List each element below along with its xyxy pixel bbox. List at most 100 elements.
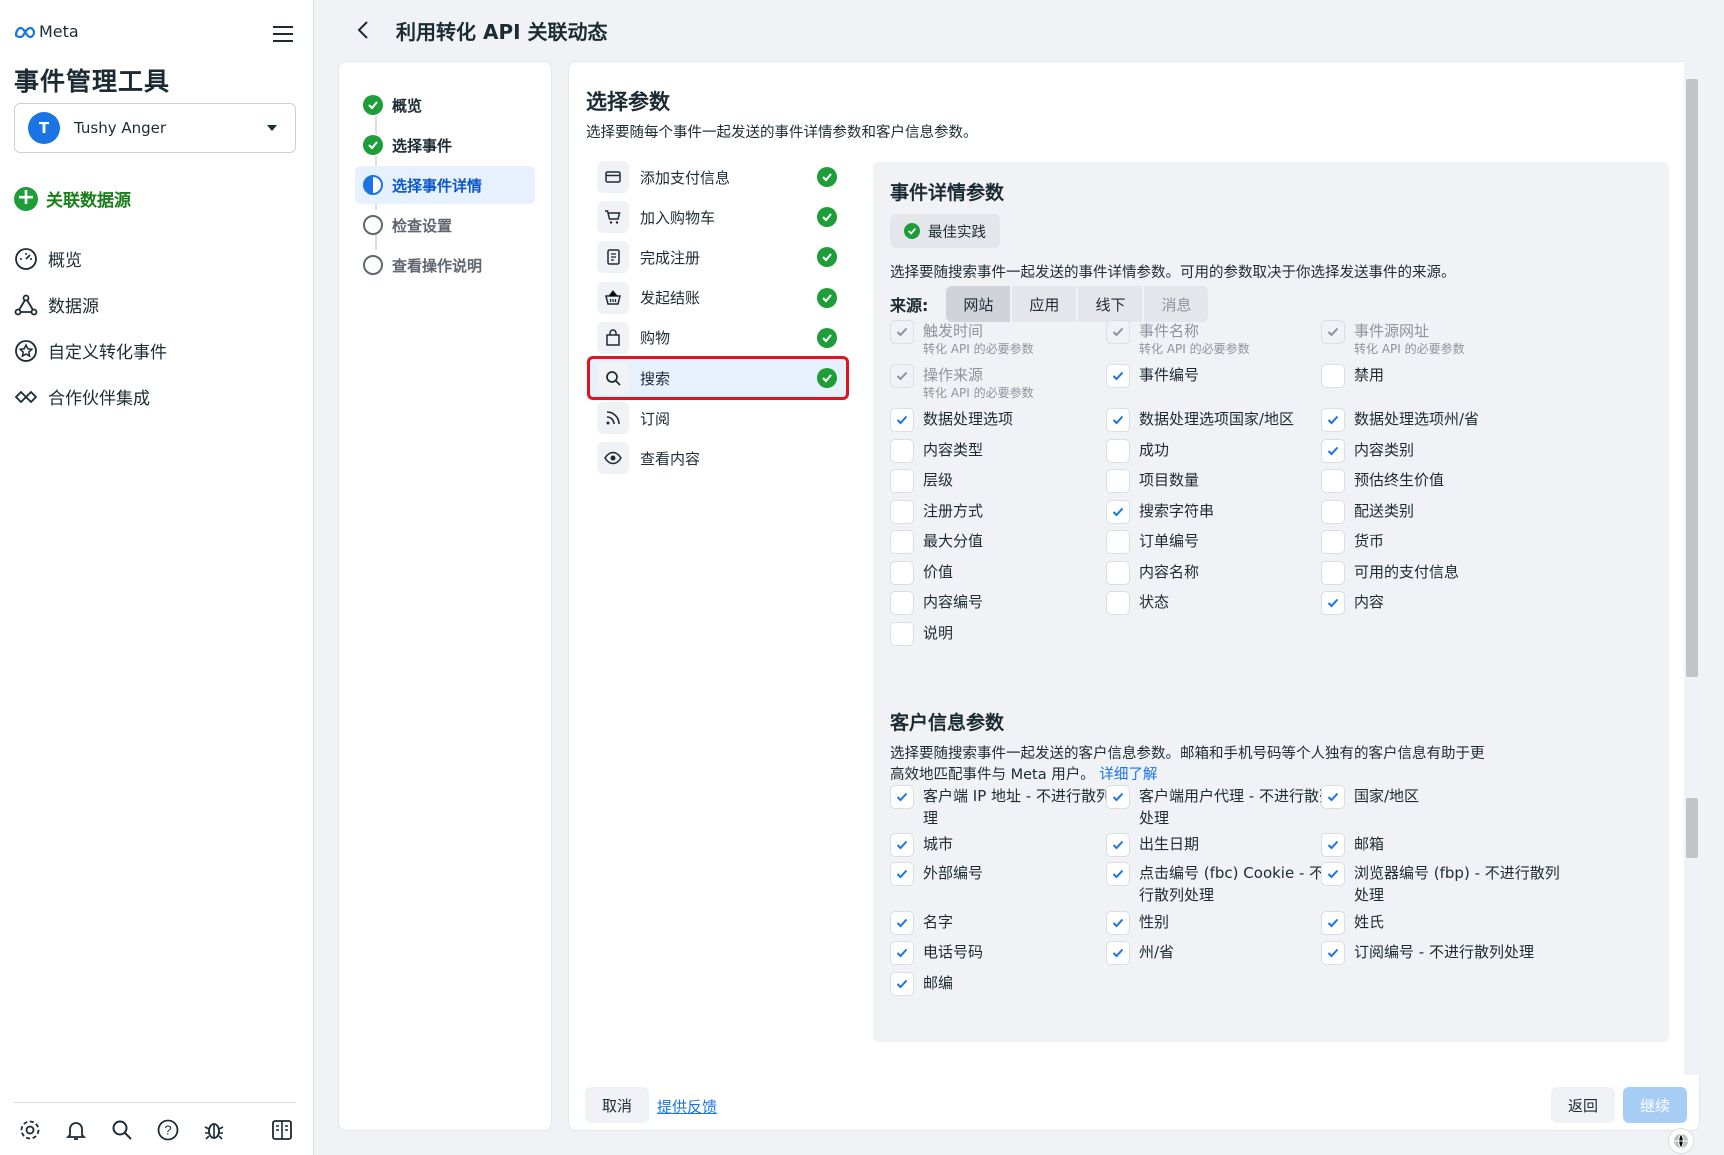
parameter-checkbox[interactable]: 层级	[890, 469, 953, 493]
parameter-checkbox[interactable]: 数据处理选项	[890, 408, 1013, 432]
parameter-checkbox[interactable]: 内容编号	[890, 591, 983, 615]
parameter-checkbox[interactable]: 邮箱	[1321, 833, 1384, 857]
parameter-checkbox[interactable]: 邮编	[890, 972, 953, 996]
parameter-checkbox[interactable]: 内容	[1321, 591, 1384, 615]
parameter-checkbox[interactable]: 内容名称	[1106, 561, 1199, 585]
step-select-events[interactable]: 选择事件	[355, 126, 535, 164]
parameter-label: 点击编号 (fbc) Cookie - 不进	[1139, 864, 1340, 882]
bug-icon[interactable]	[202, 1118, 226, 1142]
parameter-checkbox[interactable]: 州/省	[1106, 941, 1174, 965]
parameter-label: 货币	[1354, 532, 1385, 550]
event-item[interactable]: 订阅	[589, 398, 847, 438]
parameter-checkbox[interactable]: 电话号码	[890, 941, 983, 965]
parameter-checkbox[interactable]: 订单编号	[1106, 530, 1199, 554]
parameter-checkbox[interactable]: 数据处理选项国家/地区	[1106, 408, 1294, 432]
parameter-checkbox[interactable]: 点击编号 (fbc) Cookie - 不进 行散列处理	[1106, 862, 1339, 906]
parameter-checkbox[interactable]: 名字	[890, 911, 953, 935]
step-view-instructions[interactable]: 查看操作说明	[355, 246, 535, 284]
checkbox-box	[1106, 561, 1130, 585]
feedback-link[interactable]: 提供反馈	[657, 1096, 717, 1117]
tab-app[interactable]: 应用	[1012, 286, 1077, 322]
cancel-button[interactable]: 取消	[585, 1087, 649, 1123]
globe-icon[interactable]	[1668, 1128, 1694, 1154]
checkbox-box	[1106, 469, 1130, 493]
parameter-checkbox[interactable]: 说明	[890, 622, 953, 646]
continue-button[interactable]: 继续	[1623, 1087, 1687, 1123]
event-item[interactable]: 购物	[589, 318, 847, 358]
back-arrow-icon[interactable]	[352, 18, 376, 42]
event-item[interactable]: 发起结账	[589, 278, 847, 318]
parameter-checkbox[interactable]: 浏览器编号 (fbp) - 不进行散列 处理	[1321, 862, 1560, 906]
sidebar-item-data-sources[interactable]: 数据源	[14, 292, 99, 317]
parameter-checkbox[interactable]: 触发时间 转化 API 的必要参数	[890, 320, 1034, 356]
parameter-label: 注册方式	[923, 502, 984, 520]
parameter-label: 内容类型	[923, 441, 984, 459]
event-item[interactable]: 搜索	[587, 356, 849, 400]
parameter-checkbox[interactable]: 搜索字符串	[1106, 500, 1214, 524]
parameter-checkbox[interactable]: 禁用	[1321, 364, 1384, 388]
sidebar-item-overview[interactable]: 概览	[14, 246, 82, 271]
parameter-checkbox[interactable]: 项目数量	[1106, 469, 1199, 493]
parameter-checkbox[interactable]: 操作来源 转化 API 的必要参数	[890, 364, 1034, 400]
checkbox-box	[1106, 439, 1130, 463]
scrollbar-thumb[interactable]	[1686, 798, 1698, 858]
checkmark-icon	[890, 862, 914, 886]
tab-website[interactable]: 网站	[946, 286, 1011, 322]
parameter-checkbox[interactable]: 预估终生价值	[1321, 469, 1444, 493]
tab-messaging[interactable]: 消息	[1144, 286, 1209, 322]
event-item[interactable]: 查看内容	[589, 438, 847, 478]
parameter-checkbox[interactable]: 数据处理选项州/省	[1321, 408, 1479, 432]
event-item[interactable]: 加入购物车	[589, 197, 847, 237]
panel-toggle-icon[interactable]	[270, 1118, 294, 1142]
tab-offline[interactable]: 线下	[1078, 286, 1143, 322]
check-circle-icon	[817, 247, 837, 268]
parameter-checkbox[interactable]: 内容类别	[1321, 439, 1414, 463]
parameter-checkbox[interactable]: 事件源网址 转化 API 的必要参数	[1321, 320, 1465, 356]
event-item[interactable]: 完成注册	[589, 237, 847, 277]
meta-logo[interactable]: Meta	[14, 22, 79, 41]
sidebar-item-partner-integrations[interactable]: 合作伙伴集成	[14, 384, 150, 409]
connect-data-source-button[interactable]: + 关联数据源	[14, 186, 131, 211]
parameter-checkbox[interactable]: 事件编号	[1106, 364, 1199, 388]
parameter-checkbox[interactable]: 城市	[890, 833, 953, 857]
step-review-settings[interactable]: 检查设置	[355, 206, 535, 244]
parameter-checkbox[interactable]: 外部编号	[890, 862, 983, 886]
parameter-checkbox[interactable]: 客户端用户代理 - 不进行散列 处理	[1106, 785, 1334, 829]
step-select-event-details[interactable]: 选择事件详情	[355, 166, 535, 204]
back-button[interactable]: 返回	[1551, 1087, 1615, 1123]
event-item[interactable]: 添加支付信息	[589, 157, 847, 197]
customer-desc-line1: 选择要随搜索事件一起发送的客户信息参数。邮箱和手机号码等个人独有的客户信息有助于…	[890, 746, 1485, 762]
scrollbar-thumb[interactable]	[1686, 79, 1698, 677]
step-overview[interactable]: 概览	[355, 86, 535, 124]
learn-more-link[interactable]: 详细了解	[1099, 767, 1157, 783]
checkmark-icon	[890, 320, 914, 344]
parameter-checkbox[interactable]: 内容类型	[890, 439, 983, 463]
parameter-checkbox[interactable]: 状态	[1106, 591, 1169, 615]
parameter-checkbox[interactable]: 国家/地区	[1321, 785, 1419, 809]
sidebar-item-custom-conversions[interactable]: 自定义转化事件	[14, 338, 167, 363]
parameter-checkbox[interactable]: 出生日期	[1106, 833, 1199, 857]
parameter-label: 操作来源	[923, 366, 984, 384]
search-icon[interactable]	[110, 1118, 134, 1142]
parameter-checkbox[interactable]: 最大分值	[890, 530, 983, 554]
datasource-icon	[14, 294, 38, 315]
help-icon[interactable]: ?	[156, 1118, 180, 1142]
parameter-checkbox[interactable]: 订阅编号 - 不进行散列处理	[1321, 941, 1534, 965]
parameter-checkbox[interactable]: 注册方式	[890, 500, 983, 524]
parameter-checkbox[interactable]: 事件名称 转化 API 的必要参数	[1106, 320, 1250, 356]
bell-icon[interactable]	[64, 1118, 88, 1142]
parameter-checkbox[interactable]: 配送类别	[1321, 500, 1414, 524]
parameter-checkbox[interactable]: 姓氏	[1321, 911, 1384, 935]
account-selector[interactable]: T Tushy Anger	[14, 103, 296, 153]
parameter-checkbox[interactable]: 可用的支付信息	[1321, 561, 1459, 585]
parameter-label: 城市	[923, 835, 954, 853]
parameter-checkbox[interactable]: 客户端 IP 地址 - 不进行散列处理	[890, 785, 1126, 829]
hamburger-menu-icon[interactable]	[271, 24, 297, 44]
parameter-checkbox[interactable]: 货币	[1321, 530, 1384, 554]
parameter-checkbox[interactable]: 价值	[890, 561, 953, 585]
parameter-checkbox[interactable]: 性别	[1106, 911, 1169, 935]
sidebar-item-label: 合作伙伴集成	[48, 389, 150, 409]
required-hint: 转化 API 的必要参数	[1139, 342, 1250, 356]
parameter-checkbox[interactable]: 成功	[1106, 439, 1169, 463]
settings-icon[interactable]	[18, 1118, 42, 1142]
